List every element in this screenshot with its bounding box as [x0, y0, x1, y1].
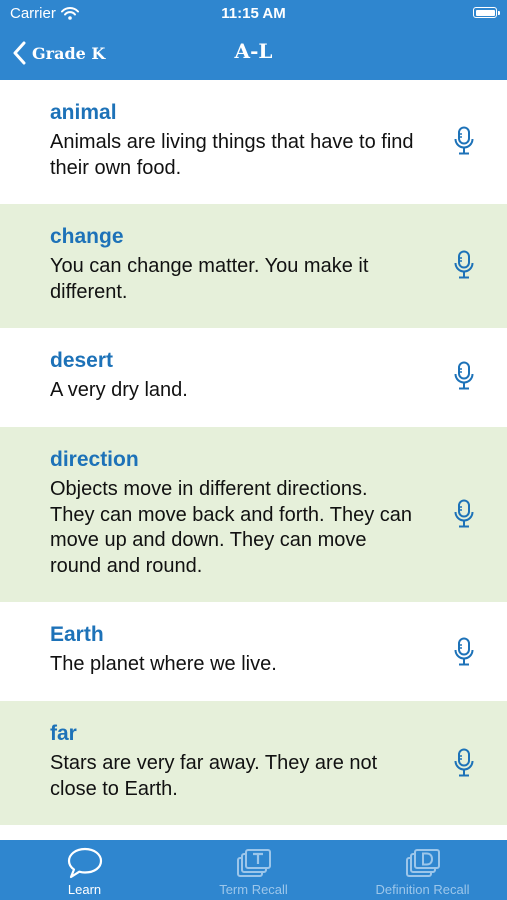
term-definition: Stars are very far away. They are not cl…	[50, 752, 378, 800]
list-item[interactable]: animal Animals are living things that ha…	[0, 80, 507, 204]
term-list: animal Animals are living things that ha…	[0, 80, 507, 840]
microphone-icon[interactable]	[453, 637, 475, 667]
term-definition: A very dry land.	[50, 379, 188, 401]
microphone-icon[interactable]	[453, 748, 475, 778]
tab-term-recall[interactable]: Term Recall	[169, 840, 338, 900]
term-word: change	[50, 225, 124, 248]
microphone-icon[interactable]	[453, 126, 475, 156]
tab-label: Learn	[67, 882, 102, 897]
clock: 11:15 AM	[221, 5, 286, 22]
nav-bar: Grade K A-L	[0, 30, 507, 78]
term-definition: Animals are living things that have to f…	[50, 131, 414, 179]
list-item[interactable]: change You can change matter. You make i…	[0, 204, 507, 328]
term-word: far	[50, 722, 77, 745]
term-word: desert	[50, 349, 114, 372]
tab-label: Definition Recall	[375, 882, 470, 897]
list-item[interactable]: direction Objects move in different dire…	[0, 427, 507, 602]
microphone-icon[interactable]	[453, 250, 475, 280]
term-cards-icon	[236, 849, 271, 877]
battery-icon	[473, 7, 500, 18]
tab-label: Term Recall	[219, 882, 288, 897]
list-item[interactable]: far Stars are very far away. They are no…	[0, 701, 507, 825]
header: Carrier 11:15 AM Grade K A-L	[0, 0, 507, 80]
microphone-icon[interactable]	[453, 361, 475, 391]
term-word: Earth	[50, 623, 104, 646]
term-definition: You can change matter. You make it diffe…	[50, 255, 369, 303]
term-word: direction	[50, 448, 139, 471]
page-title: A-L	[234, 39, 273, 63]
microphone-icon[interactable]	[453, 499, 475, 529]
definition-cards-icon	[405, 849, 440, 877]
speech-bubble-icon	[67, 847, 102, 879]
term-word: animal	[50, 101, 117, 124]
tab-bar: Learn Term Recall Definition Recall	[0, 840, 507, 900]
term-definition: Objects move in different directions. Th…	[50, 478, 413, 577]
list-item[interactable]: Earth The planet where we live.	[0, 602, 507, 701]
status-bar: Carrier 11:15 AM	[0, 0, 507, 28]
list-item[interactable]	[0, 825, 507, 840]
tab-definition-recall[interactable]: Definition Recall	[338, 840, 507, 900]
list-item[interactable]: desert A very dry land.	[0, 328, 507, 427]
term-definition: The planet where we live.	[50, 653, 277, 675]
tab-learn[interactable]: Learn	[0, 840, 169, 900]
